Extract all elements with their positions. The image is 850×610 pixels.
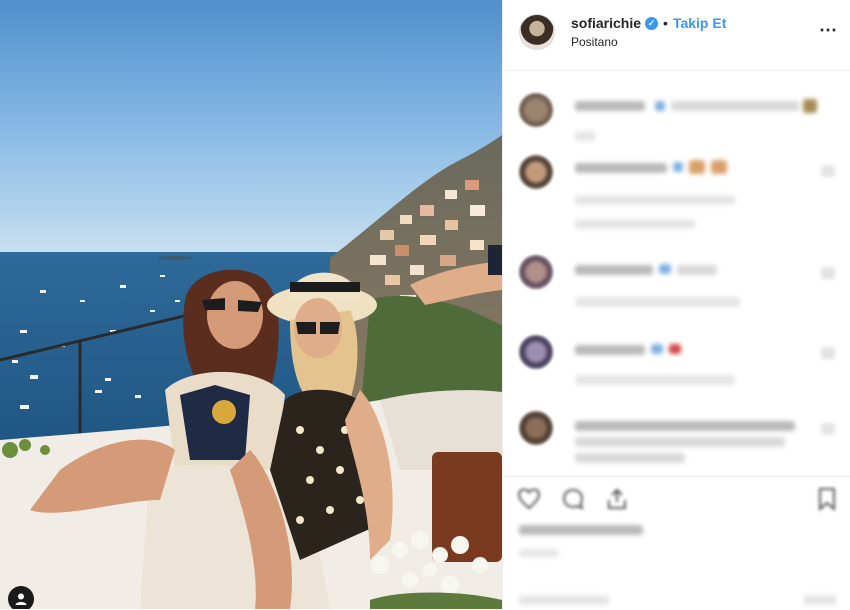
username-link[interactable]: sofiarichie [571, 15, 641, 31]
post-side-panel: sofiarichie ✓ • Takip Et Positano ⋯ [502, 0, 850, 609]
separator-dot: • [663, 15, 668, 31]
photo-scene [0, 0, 502, 609]
redacted-meta [575, 297, 740, 307]
redacted-text [659, 264, 671, 274]
user-tag-button[interactable] [8, 586, 34, 609]
redacted-text [655, 101, 665, 111]
comment-avatar[interactable] [519, 335, 553, 369]
bookmark-icon[interactable] [815, 487, 839, 511]
redacted-post-button [803, 595, 837, 605]
redacted-text [651, 344, 663, 354]
comment-like-icon[interactable] [821, 423, 835, 435]
share-icon[interactable] [605, 487, 629, 511]
redacted-text [575, 421, 795, 431]
action-bar [503, 476, 850, 610]
list-item [519, 255, 839, 325]
redacted-text [677, 265, 717, 275]
header-title-row: sofiarichie ✓ • Takip Et [571, 15, 726, 31]
redacted-text [575, 265, 653, 275]
follow-button[interactable]: Takip Et [673, 15, 726, 31]
redacted-meta [575, 131, 595, 141]
post-photo[interactable] [0, 0, 502, 609]
redacted-meta [575, 195, 735, 205]
redacted-text [671, 101, 799, 111]
redacted-text [575, 437, 785, 447]
heart-icon[interactable] [517, 487, 541, 511]
redacted-comment-box [519, 595, 609, 605]
redacted-text [575, 453, 685, 463]
redacted-emoji [803, 99, 817, 113]
avatar[interactable] [519, 14, 555, 50]
redacted-emoji [711, 160, 727, 174]
list-item [519, 93, 839, 153]
redacted-likes [519, 525, 643, 535]
comment-icon[interactable] [561, 487, 585, 511]
comment-avatar[interactable] [519, 93, 553, 127]
comment-avatar[interactable] [519, 155, 553, 189]
redacted-text [575, 163, 667, 173]
redacted-emoji [669, 344, 681, 354]
comment-avatar[interactable] [519, 411, 553, 445]
comments-list [503, 71, 850, 476]
redacted-date [519, 549, 559, 557]
more-options-icon[interactable]: ⋯ [819, 20, 838, 41]
list-item [519, 411, 839, 476]
comment-like-icon[interactable] [821, 267, 835, 279]
redacted-meta [575, 219, 695, 229]
comment-avatar[interactable] [519, 255, 553, 289]
redacted-emoji [689, 160, 705, 174]
redacted-text [673, 162, 683, 172]
post-header: sofiarichie ✓ • Takip Et Positano ⋯ [503, 0, 850, 71]
user-icon [15, 593, 27, 605]
comment-like-icon[interactable] [821, 165, 835, 177]
redacted-text [575, 101, 645, 111]
redacted-meta [575, 375, 735, 385]
list-item [519, 155, 839, 235]
comment-like-icon[interactable] [821, 347, 835, 359]
list-item [519, 335, 839, 405]
redacted-text [575, 345, 645, 355]
verified-badge-icon: ✓ [645, 16, 659, 30]
location-link[interactable]: Positano [571, 35, 618, 49]
